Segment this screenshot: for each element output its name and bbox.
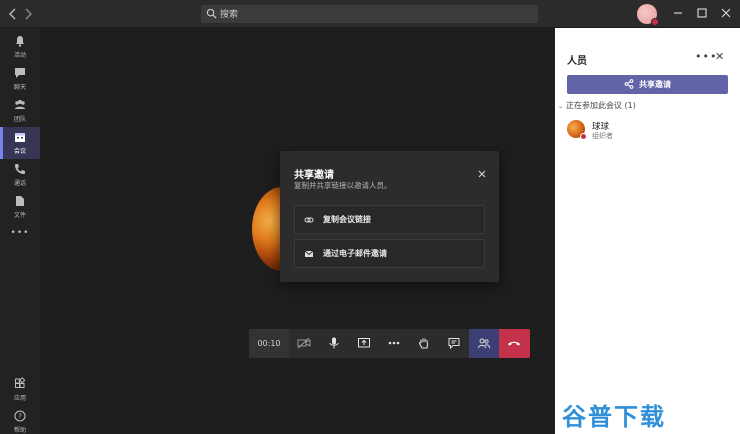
rail-item-teams[interactable]: 团队: [0, 95, 40, 127]
rail-item-chat[interactable]: 聊天: [0, 63, 40, 95]
app-rail: 活动 聊天 团队 会议 通话 文件 ••• 应用 ? 帮助: [0, 28, 40, 434]
option-label: 复制会议链接: [323, 215, 371, 224]
mail-icon: [304, 250, 314, 257]
teams-icon: [15, 100, 25, 109]
rail-label: 聊天: [13, 84, 26, 91]
more-actions-button[interactable]: [379, 329, 409, 358]
more-icon: [388, 341, 400, 345]
rail-label: 帮助: [13, 427, 26, 434]
raise-hand-button[interactable]: [409, 329, 439, 358]
call-timer: 00:10: [249, 329, 289, 358]
share-screen-button[interactable]: [349, 329, 379, 358]
rail-label: 文件: [13, 212, 26, 219]
mic-button[interactable]: [319, 329, 349, 358]
link-icon: [304, 217, 314, 223]
call-controls: 00:10: [249, 329, 530, 358]
option-label: 通过电子邮件邀请: [323, 249, 387, 258]
camera-off-icon: [297, 337, 311, 349]
share-screen-icon: [358, 338, 370, 348]
chevron-down-icon: ⌄: [558, 103, 564, 110]
help-icon: ?: [14, 410, 26, 422]
rail-label: 通话: [13, 180, 26, 187]
hang-up-icon: [508, 341, 520, 346]
title-bar: 搜索: [0, 0, 740, 28]
svg-text:?: ?: [18, 413, 22, 421]
share-icon: [624, 79, 634, 89]
share-button-label: 共享邀请: [639, 80, 671, 89]
profile-avatar[interactable]: [637, 4, 659, 26]
maximize-icon[interactable]: [695, 6, 709, 20]
share-invite-dialog: 共享邀请 复制并共享链接以邀请人员。 复制会议链接 通过电子邮件邀请: [280, 151, 499, 282]
avatar: [567, 120, 587, 140]
teams-window: 搜索 活动 聊天 团队 会议 通话 文件 ••• 应用 ? 帮助 共享邀请 复制…: [0, 0, 740, 434]
participants-button[interactable]: [469, 329, 499, 358]
people-panel: 人员 ••• ✕ 共享邀请 ⌄ 正在参加此会议 (1) 球球 组织者: [555, 28, 740, 434]
status-dot: [651, 18, 659, 26]
forward-icon[interactable]: [21, 7, 35, 21]
minimize-icon[interactable]: [671, 6, 685, 20]
rail-item-help[interactable]: ? 帮助: [0, 406, 40, 434]
more-icon: •••: [10, 228, 30, 238]
watermark-logo: 谷普下载: [562, 403, 666, 431]
dialog-title: 共享邀请: [294, 170, 334, 181]
section-label: 正在参加此会议 (1): [566, 101, 636, 110]
rail-item-files[interactable]: 文件: [0, 191, 40, 223]
participant-role: 组织者: [592, 132, 613, 140]
attending-section-header[interactable]: ⌄ 正在参加此会议 (1): [558, 100, 636, 111]
rail-label: 应用: [13, 395, 26, 402]
chat-button[interactable]: [439, 329, 469, 358]
chat-icon: [448, 338, 460, 350]
chat-icon: [15, 68, 25, 78]
close-icon[interactable]: [719, 6, 733, 20]
status-dot: [580, 133, 587, 140]
share-invite-button[interactable]: 共享邀请: [567, 75, 728, 94]
mic-icon: [329, 337, 339, 349]
camera-button[interactable]: [289, 329, 319, 358]
file-icon: [16, 196, 24, 206]
people-icon: [478, 338, 490, 349]
calendar-icon: [15, 133, 25, 142]
search-input[interactable]: 搜索: [201, 5, 538, 23]
phone-icon: [15, 164, 25, 174]
hang-up-button[interactable]: [499, 329, 530, 358]
rail-label: 团队: [13, 116, 26, 123]
raise-hand-icon: [419, 338, 429, 349]
rail-item-calls[interactable]: 通话: [0, 159, 40, 191]
participant-list-item[interactable]: 球球 组织者: [567, 120, 727, 144]
close-icon[interactable]: [477, 169, 487, 179]
search-icon: [206, 8, 217, 19]
rail-label: 活动: [13, 52, 26, 59]
rail-label: 会议: [13, 148, 26, 155]
rail-item-apps[interactable]: 应用: [0, 374, 40, 406]
rail-item-meetings[interactable]: 会议: [0, 127, 40, 159]
rail-more-button[interactable]: •••: [0, 228, 40, 246]
apps-icon: [15, 377, 26, 388]
email-invite-button[interactable]: 通过电子邮件邀请: [294, 239, 485, 268]
rail-item-activity[interactable]: 活动: [0, 31, 40, 63]
panel-title: 人员: [567, 56, 587, 67]
dialog-subtitle: 复制并共享链接以邀请人员。: [294, 181, 392, 190]
search-placeholder: 搜索: [220, 10, 239, 20]
back-icon[interactable]: [6, 7, 20, 21]
bell-icon: [16, 36, 24, 47]
close-icon[interactable]: ✕: [715, 50, 724, 63]
copy-link-button[interactable]: 复制会议链接: [294, 205, 485, 234]
